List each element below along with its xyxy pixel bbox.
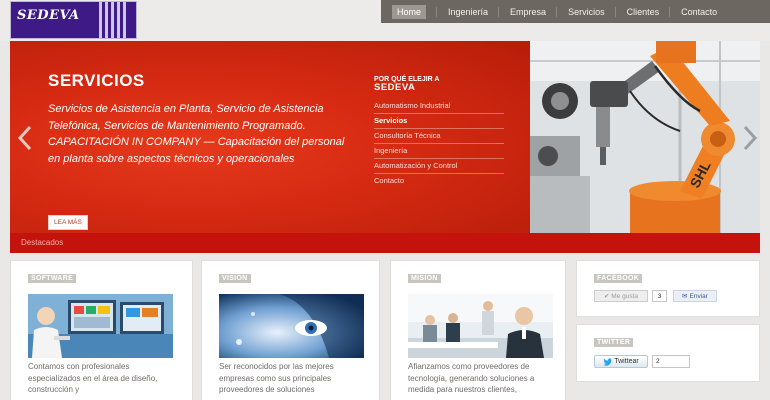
hero-paragraph-1: Servicios de Asistencia en Planta, Servi… bbox=[48, 103, 324, 132]
facebook-send-label: Enviar bbox=[689, 292, 708, 300]
nav-item-home[interactable]: Home bbox=[381, 0, 438, 23]
nav-item-servicios[interactable]: Servicios bbox=[557, 0, 616, 23]
card-label-software: SOFTWARE bbox=[28, 274, 77, 283]
featured-label: Destacados bbox=[21, 238, 64, 247]
hero-slider: SERVICIOS Servicios de Asistencia en Pla… bbox=[10, 41, 760, 233]
why-choose-heading: POR QUÉ ELEJIR A SEDEVA bbox=[374, 76, 514, 92]
facebook-label: FACEBOOK bbox=[594, 274, 643, 283]
site-header: SEDEVA Home Ingeniería Empresa Servicios… bbox=[0, 0, 770, 41]
chevron-right-icon bbox=[743, 125, 758, 151]
site-logo[interactable]: SEDEVA bbox=[10, 1, 137, 39]
nav-item-empresa[interactable]: Empresa bbox=[499, 0, 558, 23]
slider-next-button[interactable] bbox=[740, 125, 760, 151]
why-item-automatizacion[interactable]: Automatización y Control bbox=[374, 159, 504, 174]
slider-prev-button[interactable] bbox=[15, 125, 35, 151]
nav-item-clientes[interactable]: Clientes bbox=[616, 0, 671, 23]
mision-image bbox=[408, 294, 553, 358]
software-illustration bbox=[28, 294, 173, 358]
vision-card: VISIÓN Ser reconocidos por las mejores e… bbox=[201, 260, 380, 400]
why-item-automatismo[interactable]: Automatismo Industrial bbox=[374, 99, 504, 114]
twitter-bird-icon bbox=[603, 357, 613, 366]
chevron-left-icon bbox=[17, 125, 32, 151]
why-choose-list: Automatismo Industrial Servicios Consult… bbox=[374, 99, 504, 189]
nav-item-label: Contacto bbox=[681, 6, 718, 17]
facebook-widget: FACEBOOK ✔ Me gusta 3 ✉ Enviar bbox=[576, 260, 760, 317]
robot-arm-illustration: SHL bbox=[530, 41, 760, 233]
twitter-label: TWITTER bbox=[594, 338, 634, 347]
facebook-like-count: 3 bbox=[652, 290, 667, 302]
send-icon: ✉ bbox=[682, 293, 688, 300]
nav-item-ingenieria[interactable]: Ingeniería bbox=[437, 0, 500, 23]
nav-item-label: Ingeniería bbox=[448, 6, 489, 17]
tweet-button[interactable]: Twittear bbox=[594, 355, 648, 368]
hero-description: Servicios de Asistencia en Planta, Servi… bbox=[48, 101, 358, 167]
card-label-mision: MISIÓN bbox=[408, 274, 441, 283]
nav-item-label: Empresa bbox=[510, 6, 547, 17]
why-item-consultoria[interactable]: Consultoría Técnica bbox=[374, 129, 504, 144]
software-card: SOFTWARE Contamos con profesionales espe… bbox=[10, 260, 193, 400]
vision-illustration bbox=[219, 294, 364, 358]
facebook-send-button[interactable]: ✉ Enviar bbox=[673, 290, 717, 302]
nav-item-label: Clientes bbox=[626, 6, 660, 17]
why-item-ingenieria[interactable]: Ingeniería bbox=[374, 144, 504, 159]
mision-card: MISIÓN Afianzamos como proveedores de te… bbox=[390, 260, 566, 400]
logo-stripes bbox=[99, 2, 129, 38]
featured-bar: Destacados bbox=[10, 233, 760, 253]
vision-image bbox=[219, 294, 364, 358]
nav-item-label: Servicios bbox=[568, 6, 605, 17]
tweet-count: 2 bbox=[652, 355, 690, 368]
facebook-like-button[interactable]: ✔ Me gusta bbox=[594, 290, 648, 302]
mision-illustration bbox=[408, 294, 553, 358]
software-image bbox=[28, 294, 173, 358]
logo-text: SEDEVA bbox=[17, 8, 80, 23]
facebook-like-label: Me gusta bbox=[611, 292, 638, 300]
read-more-button[interactable]: LEA MÁS bbox=[48, 215, 88, 230]
hero-slide-panel: SERVICIOS Servicios de Asistencia en Pla… bbox=[10, 41, 530, 233]
hero-title: SERVICIOS bbox=[48, 71, 145, 90]
robot-arm-image: SHL bbox=[530, 41, 760, 233]
why-item-contacto[interactable]: Contacto bbox=[374, 174, 504, 189]
nav-item-contacto[interactable]: Contacto bbox=[670, 0, 728, 23]
vision-description: Ser reconocidos por las mejores empresas… bbox=[219, 362, 334, 394]
mision-description: Afianzamos como proveedores de tecnologí… bbox=[408, 362, 535, 394]
hero-paragraph-2: CAPACITACIÓN IN COMPANY — Capacitación d… bbox=[48, 136, 345, 165]
why-choose-brand: SEDEVA bbox=[374, 82, 416, 93]
check-icon: ✔ bbox=[603, 293, 610, 300]
tweet-button-label: Twittear bbox=[614, 358, 639, 365]
nav-item-label: Home bbox=[392, 4, 427, 19]
twitter-widget: TWITTER Twittear 2 bbox=[576, 324, 760, 382]
main-nav: Home Ingeniería Empresa Servicios Client… bbox=[381, 0, 770, 23]
software-description: Contamos con profesionales especializado… bbox=[28, 362, 158, 394]
card-label-vision: VISIÓN bbox=[219, 274, 251, 283]
why-item-servicios[interactable]: Servicios bbox=[374, 114, 504, 129]
